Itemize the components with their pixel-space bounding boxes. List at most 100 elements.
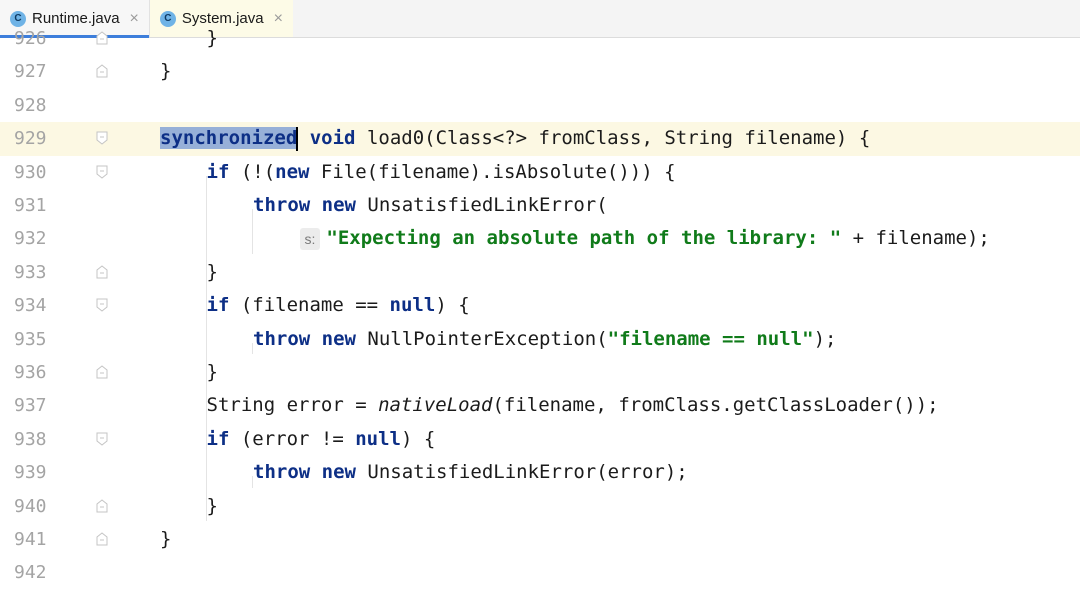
code-token: ) {: [401, 427, 436, 450]
code-token: UnsatisfiedLinkError(error);: [355, 461, 688, 484]
code-text: throw new UnsatisfiedLinkError(: [253, 189, 608, 222]
fold-collapse-icon[interactable]: [96, 131, 108, 145]
selected-text: synchronized: [160, 127, 298, 150]
line-number: 935: [14, 328, 47, 350]
keyword: new: [275, 160, 310, 183]
fold-collapse-icon[interactable]: [96, 165, 108, 179]
code-line[interactable]: 940}: [0, 490, 1080, 523]
fold-end-icon[interactable]: [96, 31, 108, 45]
code-text: if (error != null) {: [207, 423, 436, 456]
code-token: UnsatisfiedLinkError(: [355, 194, 608, 216]
line-number: 938: [14, 428, 47, 450]
line-number: 926: [14, 28, 47, 49]
keyword: new: [321, 327, 356, 350]
fold-end-icon[interactable]: [96, 498, 108, 513]
code-text: if (!(new File(filename).isAbsolute())) …: [207, 156, 676, 189]
code-token: ) {: [435, 294, 470, 317]
keyword: void: [309, 127, 356, 150]
line-number: 936: [14, 362, 47, 383]
code-token: }: [160, 60, 172, 83]
line-number: 928: [14, 94, 47, 116]
code-line[interactable]: 930 if (!(new File(filename).isAbsolute()…: [0, 156, 1080, 189]
code-text: synchronized void load0(Class<?> fromCla…: [160, 122, 870, 155]
parameter-hint: s:: [299, 227, 321, 250]
keyword: new: [321, 461, 356, 484]
fold-collapse-icon[interactable]: [96, 432, 108, 446]
code-line[interactable]: 929 synchronized void load0(Class<?> from…: [0, 122, 1080, 156]
code-line[interactable]: 938 if (error != null) {: [0, 423, 1080, 456]
fold-collapse-icon[interactable]: [96, 298, 108, 312]
keyword: throw: [253, 327, 311, 350]
code-editor[interactable]: 926} 927} 928 929 synchronized void load0(Cl…: [0, 27, 1080, 590]
indent-guide: [206, 175, 207, 521]
keyword: if: [206, 160, 230, 183]
code-line[interactable]: 926}: [0, 22, 1080, 55]
code-line[interactable]: 935 throw new NullPointerException("filen…: [0, 323, 1080, 356]
line-number: 940: [14, 495, 47, 517]
line-number: 937: [14, 395, 47, 417]
code-line[interactable]: 933}: [0, 256, 1080, 289]
line-number: 942: [14, 562, 47, 584]
line-number: 941: [14, 529, 47, 550]
code-token: (!(: [229, 160, 276, 183]
code-token: }: [206, 361, 218, 383]
code-token: (filename, fromClass.getClassLoader());: [492, 394, 939, 417]
code-line[interactable]: 937 String error = nativeLoad(filename, f…: [0, 389, 1080, 422]
fold-end-icon[interactable]: [96, 64, 108, 78]
fold-end-icon[interactable]: [96, 532, 108, 546]
keyword: null: [355, 427, 401, 450]
line-number: 931: [14, 195, 47, 216]
code-text: }: [207, 256, 218, 289]
code-token: (filename ==: [229, 294, 390, 317]
indent-guide: [252, 342, 253, 354]
code-token: (error !=: [229, 427, 356, 450]
code-line[interactable]: 928: [0, 89, 1080, 122]
indent-guide: [252, 476, 253, 488]
string-literal: "Expecting an absolute path of the libra…: [326, 227, 842, 250]
keyword: null: [389, 294, 436, 317]
code-line[interactable]: 942: [0, 556, 1080, 589]
code-token: );: [813, 327, 837, 350]
string-literal: "filename == null": [607, 327, 814, 350]
code-token: }: [206, 27, 218, 49]
code-text: }: [160, 55, 171, 88]
fold-end-icon[interactable]: [96, 265, 108, 279]
line-number: 929: [14, 128, 47, 150]
code-text: }: [160, 523, 171, 556]
keyword: throw: [253, 461, 311, 484]
line-number: 932: [14, 228, 47, 250]
keyword: if: [206, 427, 230, 450]
code-text: }: [207, 22, 218, 55]
code-line[interactable]: 927}: [0, 55, 1080, 88]
code-text: s: "Expecting an absolute path of the lib…: [299, 222, 990, 255]
indent-guide: [252, 209, 253, 254]
code-token: }: [206, 260, 218, 283]
code-line[interactable]: 936}: [0, 356, 1080, 389]
code-line[interactable]: 932 s: "Expecting an absolute path of the …: [0, 222, 1080, 255]
line-number: 934: [14, 295, 47, 317]
keyword: if: [206, 294, 230, 317]
line-number: 939: [14, 462, 47, 484]
code-text: }: [207, 356, 218, 389]
fold-end-icon[interactable]: [96, 365, 108, 379]
code-token: nativeLoad: [378, 394, 493, 417]
code-text: String error = nativeLoad(filename, from…: [207, 389, 939, 422]
line-number: 927: [14, 61, 47, 83]
code-token: + filename);: [841, 227, 990, 250]
code-line[interactable]: 941}: [0, 523, 1080, 556]
code-token: File(filename).isAbsolute())) {: [309, 160, 676, 183]
code-line[interactable]: 931 throw new UnsatisfiedLinkError(: [0, 189, 1080, 222]
code-line[interactable]: 934 if (filename == null) {: [0, 289, 1080, 322]
keyword: throw: [253, 194, 311, 216]
code-text: }: [207, 490, 218, 523]
code-token: String error =: [206, 394, 379, 417]
line-number: 933: [14, 261, 47, 283]
code-token: }: [160, 528, 172, 550]
keyword: new: [321, 194, 356, 216]
code-token: load0(Class<?> fromClass, String filenam…: [355, 127, 871, 150]
code-line[interactable]: 939 throw new UnsatisfiedLinkError(error)…: [0, 456, 1080, 489]
